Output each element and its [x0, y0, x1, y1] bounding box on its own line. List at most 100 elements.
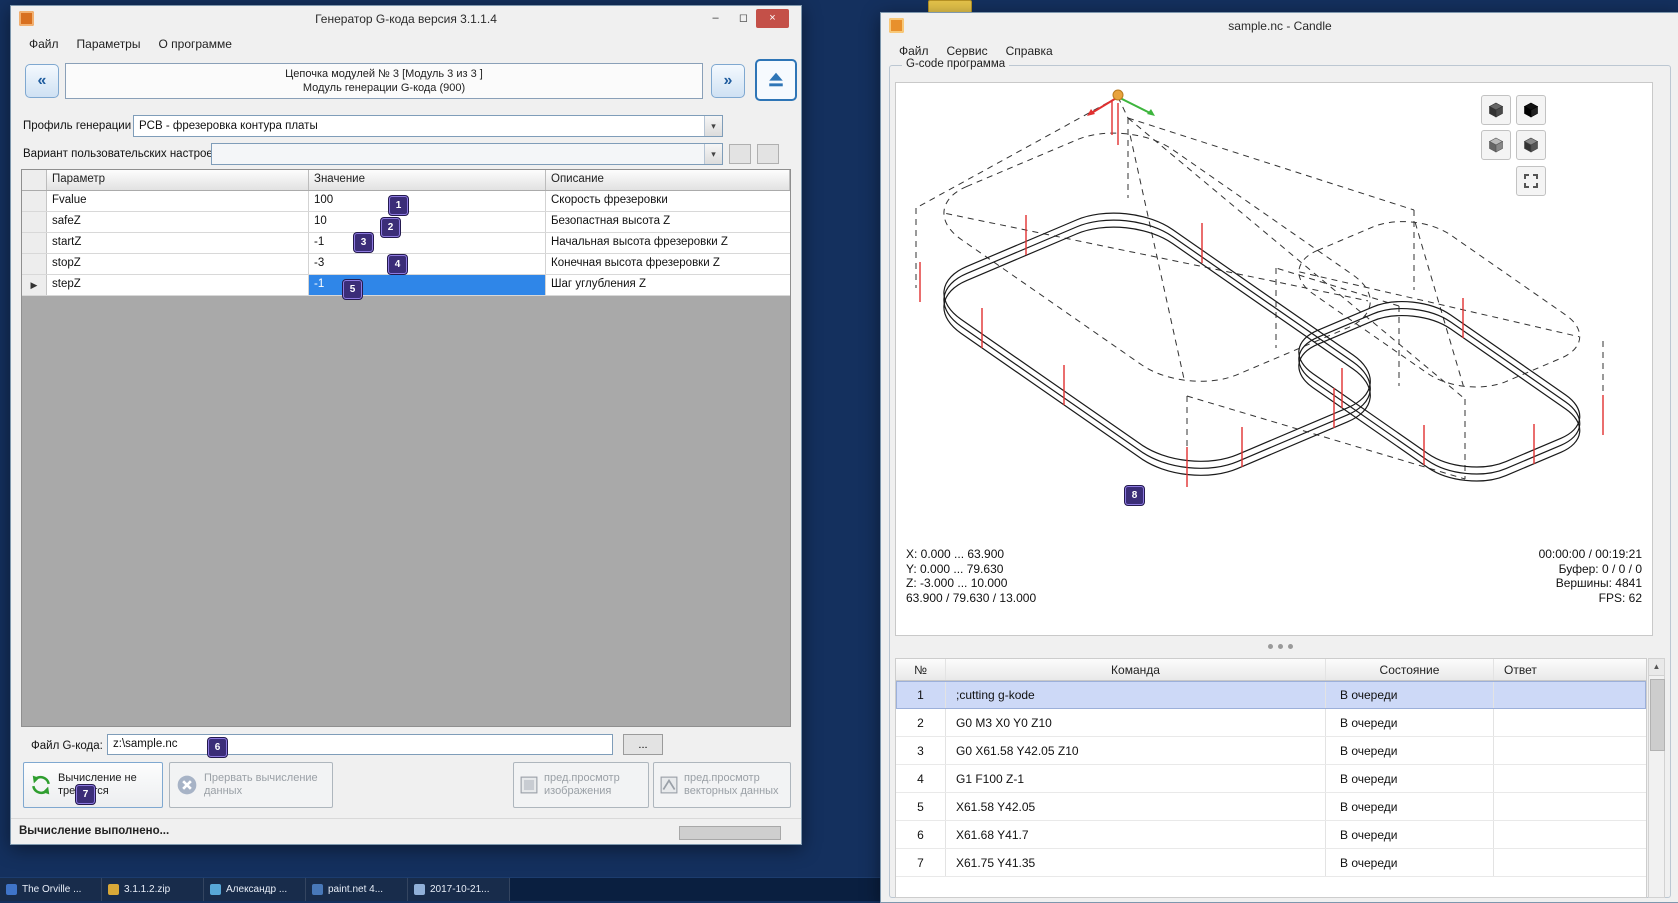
command-number: 3: [896, 737, 946, 764]
abort-compute-button[interactable]: Прервать вычисление данных: [169, 762, 333, 808]
param-cell: Fvalue: [47, 191, 309, 211]
column-header-param[interactable]: Параметр: [47, 170, 309, 190]
taskbar-item[interactable]: The Orville ...: [0, 878, 102, 901]
gcode-file-label: Файл G-кода:: [31, 740, 103, 752]
cube-iso-icon: [1488, 102, 1504, 118]
user-settings-combobox[interactable]: ▾: [211, 143, 723, 165]
taskbar-item[interactable]: Александр ...: [204, 878, 306, 901]
param-cell: stepZ: [47, 275, 309, 295]
menubar: Файл Параметры О программе: [11, 32, 801, 56]
user-settings-label: Вариант пользовательских настроек:: [23, 148, 222, 160]
viewport-runtime-stats: 00:00:00 / 00:19:21 Буфер: 0 / 0 / 0 Вер…: [1539, 547, 1642, 605]
row-selector[interactable]: [22, 212, 47, 232]
command-state: В очереди: [1326, 821, 1494, 848]
close-button[interactable]: ×: [756, 9, 789, 28]
command-row[interactable]: 3 G0 X61.58 Y42.05 Z10 В очереди: [896, 737, 1646, 765]
value-cell[interactable]: -3: [309, 254, 546, 274]
candle-window: sample.nc - Candle Файл Сервис Справка G…: [880, 12, 1678, 903]
taskbar-item-label: 3.1.1.2.zip: [124, 884, 171, 895]
row-selector[interactable]: [22, 233, 47, 253]
column-header-value[interactable]: Значение: [309, 170, 546, 190]
view-top-button[interactable]: [1516, 95, 1546, 125]
scroll-up-icon[interactable]: ▲: [1649, 659, 1664, 676]
prev-module-button[interactable]: «: [25, 64, 59, 98]
command-state: В очереди: [1326, 681, 1494, 708]
minimize-button[interactable]: –: [702, 9, 729, 28]
refresh-icon: [30, 774, 52, 796]
taskbar-item[interactable]: 3.1.1.2.zip: [102, 878, 204, 901]
param-cell: safeZ: [47, 212, 309, 232]
browse-button[interactable]: ...: [623, 734, 663, 755]
column-header-command[interactable]: Команда: [946, 659, 1326, 680]
selector-column-header: [22, 170, 47, 190]
menu-file[interactable]: Файл: [21, 35, 67, 53]
gcode-program-group: G-code программа X: 0.000 ... 63.900 Y: …: [889, 58, 1671, 898]
value-cell[interactable]: 10: [309, 212, 546, 232]
row-selector[interactable]: [22, 191, 47, 211]
param-cell: stopZ: [47, 254, 309, 274]
command-row[interactable]: 6 X61.68 Y41.7 В очереди: [896, 821, 1646, 849]
command-row[interactable]: 5 X61.58 Y42.05 В очереди: [896, 793, 1646, 821]
preview-image-button[interactable]: пред.просмотр изображения: [513, 762, 649, 808]
group-title: G-code программа: [902, 58, 1010, 70]
table-row-selected[interactable]: ▶ stepZ -1 Шаг углубления Z: [22, 275, 790, 296]
view-front-button[interactable]: [1481, 130, 1511, 160]
row-selector[interactable]: [22, 254, 47, 274]
module-chain-info: Цепочка модулей № 3 [Модуль 3 из 3 ] Мод…: [65, 63, 703, 99]
taskbar-app-icon: [210, 884, 221, 895]
desc-cell: Скорость фрезеровки: [551, 194, 668, 206]
profile-combobox[interactable]: PCB - фрезеровка контура платы ▾: [133, 115, 723, 137]
settings-save-button[interactable]: [729, 144, 751, 164]
chain-line1: Цепочка модулей № 3 [Модуль 3 из 3 ]: [285, 68, 483, 80]
command-number: 4: [896, 765, 946, 792]
settings-delete-button[interactable]: [757, 144, 779, 164]
command-row[interactable]: 4 G1 F100 Z-1 В очереди: [896, 765, 1646, 793]
value-cell[interactable]: -1: [309, 233, 546, 253]
table-row[interactable]: startZ -1 Начальная высота фрезеровки Z: [22, 233, 790, 254]
image-preview-icon: [520, 776, 538, 794]
preview-vector-button[interactable]: пред.просмотр векторных данных: [653, 762, 791, 808]
menu-parameters[interactable]: Параметры: [69, 35, 149, 53]
command-state: В очереди: [1326, 765, 1494, 792]
gcode-file-input[interactable]: z:\sample.nc: [107, 734, 613, 755]
command-table-scrollbar[interactable]: ▲: [1648, 658, 1665, 898]
value-cell[interactable]: 100: [309, 191, 546, 211]
column-header-desc[interactable]: Описание: [546, 170, 790, 190]
candle-titlebar[interactable]: sample.nc - Candle: [881, 13, 1678, 39]
command-row[interactable]: 2 G0 M3 X0 Y0 Z10 В очереди: [896, 709, 1646, 737]
annotation-badge-5: 5: [343, 280, 362, 299]
command-row-selected[interactable]: 1 ;cutting g-kode В очереди: [896, 681, 1646, 709]
stat-time: 00:00:00 / 00:19:21: [1538, 547, 1642, 561]
column-header-response[interactable]: Ответ: [1494, 663, 1646, 677]
view-isometric-button[interactable]: [1481, 95, 1511, 125]
command-text: G0 M3 X0 Y0 Z10: [946, 709, 1326, 736]
menu-about[interactable]: О программе: [150, 35, 239, 53]
maximize-button[interactable]: ◻: [730, 9, 757, 28]
splitter-handle[interactable]: [890, 644, 1670, 649]
command-row[interactable]: 7 X61.75 Y41.35 В очереди: [896, 849, 1646, 877]
command-number: 6: [896, 821, 946, 848]
cube-front-icon: [1488, 137, 1504, 153]
taskbar-item[interactable]: 2017-10-21...: [408, 878, 510, 901]
next-module-button[interactable]: »: [711, 64, 745, 98]
column-header-number[interactable]: №: [896, 659, 946, 680]
origin-axes: [1087, 89, 1155, 116]
taskbar-app-icon: [312, 884, 323, 895]
table-row[interactable]: safeZ 10 Безопастная высота Z: [22, 212, 790, 233]
column-header-state[interactable]: Состояние: [1326, 659, 1494, 680]
annotation-badge-7: 7: [76, 785, 95, 804]
taskbar-item[interactable]: paint.net 4...: [306, 878, 408, 901]
taskbar-app-icon: [108, 884, 119, 895]
annotation-badge-6: 6: [208, 738, 227, 757]
preview-vector-label: пред.просмотр векторных данных: [684, 772, 779, 797]
generator-titlebar[interactable]: Генератор G-кода версия 3.1.1.4 – ◻ ×: [11, 6, 801, 32]
run-module-button[interactable]: [755, 59, 797, 101]
scrollbar-thumb[interactable]: [1650, 679, 1665, 751]
abort-button-label: Прервать вычисление данных: [204, 772, 318, 797]
combo-arrow-icon: ▾: [704, 116, 722, 136]
fit-view-button[interactable]: [1516, 166, 1546, 196]
view-side-button[interactable]: [1516, 130, 1546, 160]
combo-arrow-icon: ▾: [704, 144, 722, 164]
toolpath-3d-viewport[interactable]: X: 0.000 ... 63.900 Y: 0.000 ... 79.630 …: [895, 82, 1653, 636]
stat-x-range: X: 0.000 ... 63.900: [906, 547, 1005, 561]
